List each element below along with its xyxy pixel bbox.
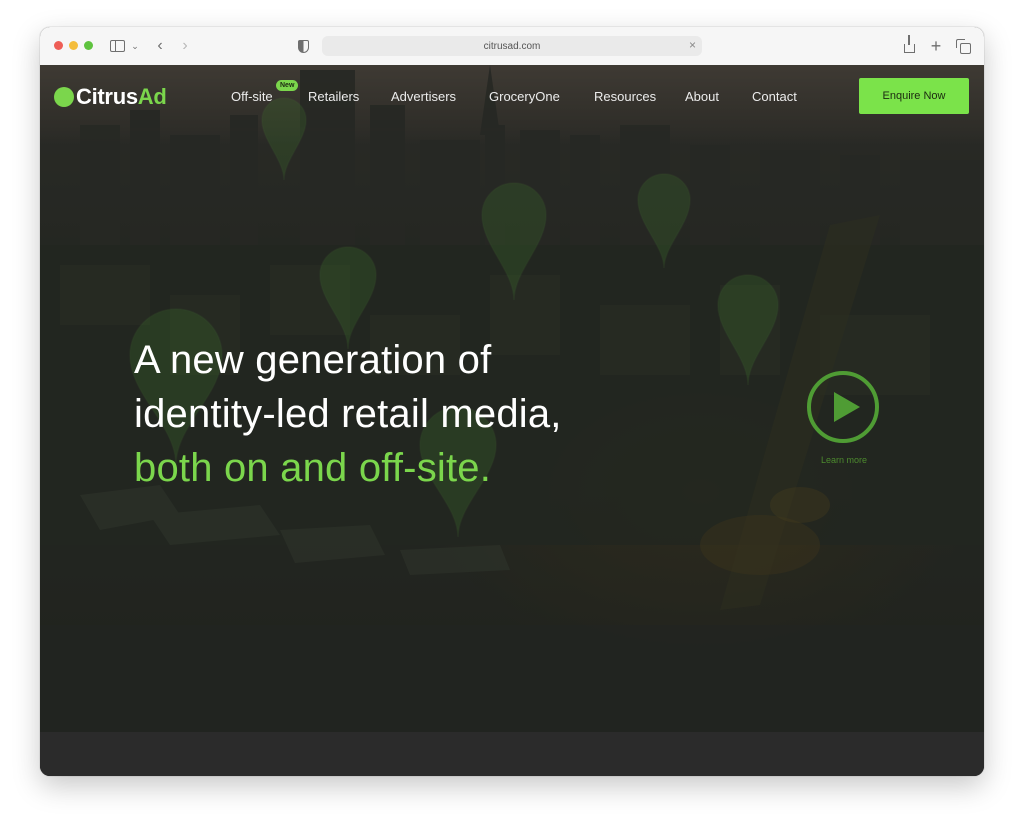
- nav-item-off-site[interactable]: Off-site: [231, 89, 273, 104]
- minimize-window-button[interactable]: [69, 41, 78, 50]
- nav-item-resources[interactable]: Resources: [594, 89, 656, 104]
- close-window-button[interactable]: [54, 41, 63, 50]
- zoom-window-button[interactable]: [84, 41, 93, 50]
- forward-icon[interactable]: ›: [178, 36, 192, 56]
- new-badge: New: [276, 80, 299, 91]
- back-icon[interactable]: ‹: [153, 36, 167, 56]
- sidebar-icon[interactable]: [108, 36, 126, 56]
- plus-icon[interactable]: +: [929, 36, 943, 56]
- logo-text: CitrusAd: [76, 84, 167, 109]
- play-icon[interactable]: [806, 370, 880, 444]
- logo-dot-icon: [54, 87, 74, 107]
- chevron-down-icon[interactable]: ⌄: [130, 36, 140, 56]
- hero-headline: A new generation of identity-led retail …: [134, 333, 562, 495]
- tabs-icon[interactable]: [955, 36, 971, 56]
- browser-window: ⌄ ‹ › citrusad.com × + CitrusAd Off-site…: [40, 27, 984, 776]
- hero-line-2: identity-led retail media,: [134, 392, 562, 436]
- hero-line-3: both on and off-site.: [134, 446, 492, 490]
- hero-section: CitrusAd Off-site Retailers Advertisers …: [40, 65, 984, 776]
- hero-line-1: A new generation of: [134, 338, 492, 382]
- nav-item-groceryone[interactable]: GroceryOne: [489, 89, 560, 104]
- close-icon[interactable]: ×: [689, 38, 696, 52]
- nav-item-about[interactable]: About: [685, 89, 719, 104]
- nav-item-contact[interactable]: Contact: [752, 89, 797, 104]
- url-text: citrusad.com: [483, 40, 541, 52]
- nav-item-advertisers[interactable]: Advertisers: [391, 89, 456, 104]
- share-icon[interactable]: [902, 35, 916, 56]
- browser-toolbar: ⌄ ‹ › citrusad.com × +: [40, 27, 984, 66]
- nav-item-retailers[interactable]: Retailers: [308, 89, 359, 104]
- shield-icon[interactable]: [296, 36, 310, 56]
- learn-more-link[interactable]: Learn more: [810, 455, 878, 465]
- page-bottom-band: [40, 732, 984, 776]
- citrusad-logo[interactable]: CitrusAd: [54, 84, 167, 109]
- enquire-now-button[interactable]: Enquire Now: [859, 78, 969, 114]
- address-bar[interactable]: citrusad.com ×: [322, 36, 702, 56]
